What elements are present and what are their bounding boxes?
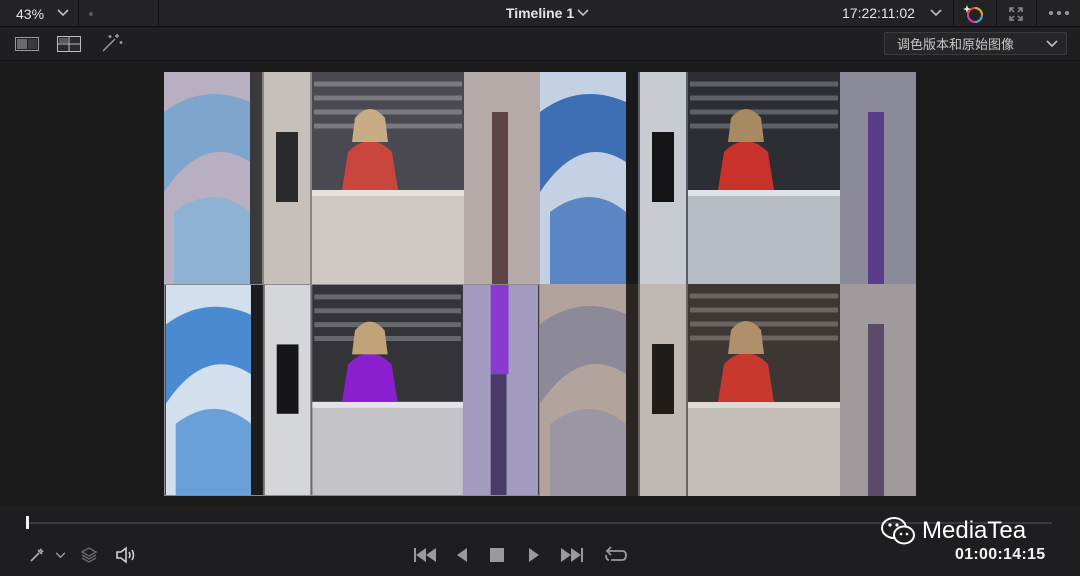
layers-icon[interactable] — [79, 545, 99, 565]
stop-icon[interactable] — [488, 546, 506, 564]
transport-bar: MediaTea 01:00:14:15 — [0, 506, 1080, 576]
divider — [996, 0, 997, 27]
split-cell-top-left[interactable] — [164, 72, 540, 284]
divider — [953, 0, 954, 27]
video-frame-image — [165, 285, 539, 495]
viewer-area — [0, 62, 1080, 506]
divider — [1036, 0, 1037, 27]
loop-icon[interactable] — [602, 544, 630, 566]
split-screen-frame — [164, 72, 916, 496]
split-view-icon[interactable] — [56, 35, 82, 53]
magic-wand-icon[interactable] — [100, 32, 124, 54]
viewer-toolbar: 调色版本和原始图像 — [0, 28, 1080, 61]
video-frame-image — [540, 284, 916, 496]
skip-back-icon[interactable] — [412, 546, 438, 564]
step-back-icon[interactable] — [453, 546, 471, 564]
eyedropper-icon[interactable] — [28, 546, 46, 564]
wechat-icon — [881, 517, 915, 545]
video-frame-image — [164, 72, 540, 284]
record-timecode: 01:00:14:15 — [955, 546, 1046, 563]
split-cell-bottom-left[interactable] — [164, 284, 540, 496]
video-frame-image — [540, 72, 916, 284]
chevron-down-icon[interactable] — [930, 9, 942, 17]
compare-mode-dropdown[interactable]: 调色版本和原始图像 — [884, 32, 1067, 55]
watermark: MediaTea — [880, 516, 1026, 546]
timeline-title[interactable]: Timeline 1 — [0, 5, 1080, 21]
chevron-down-icon[interactable] — [577, 9, 589, 17]
viewer-header: 43% Timeline 1 17:22:11:02 — [0, 0, 1080, 27]
fullscreen-icon[interactable] — [1007, 5, 1025, 23]
more-icon[interactable] — [1046, 8, 1072, 18]
chevron-down-icon — [1046, 40, 1058, 48]
skip-forward-icon[interactable] — [559, 546, 585, 564]
single-view-icon[interactable] — [14, 36, 40, 52]
compare-mode-label: 调色版本和原始图像 — [897, 37, 1015, 52]
chevron-down-icon[interactable] — [55, 552, 66, 559]
watermark-text: MediaTea — [922, 517, 1027, 544]
split-cell-top-right[interactable] — [540, 72, 916, 284]
split-cell-bottom-right[interactable] — [540, 284, 916, 496]
color-wheel-icon[interactable] — [962, 2, 986, 25]
speaker-icon[interactable] — [114, 545, 138, 565]
play-icon[interactable] — [525, 546, 543, 564]
playhead[interactable] — [26, 516, 29, 529]
source-timecode[interactable]: 17:22:11:02 — [842, 5, 915, 21]
